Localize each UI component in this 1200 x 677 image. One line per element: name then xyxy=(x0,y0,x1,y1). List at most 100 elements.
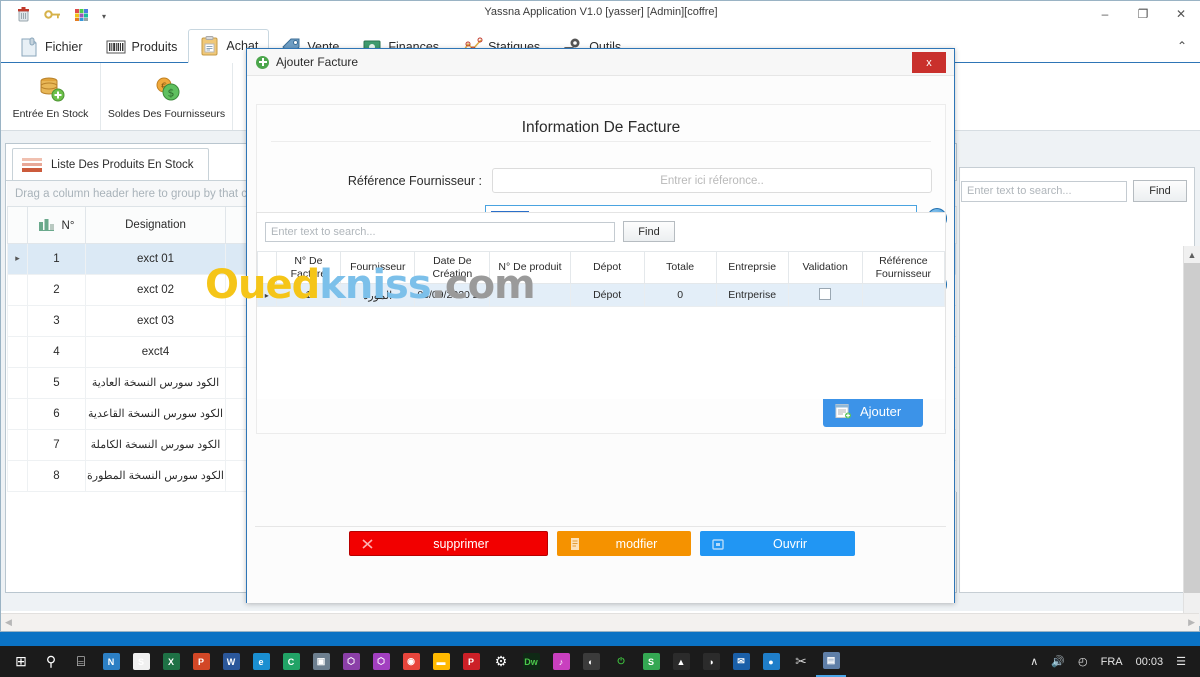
outlook-icon[interactable]: ✉ xyxy=(726,647,756,677)
supprimer-button[interactable]: supprimer xyxy=(348,531,548,556)
empty-cell xyxy=(643,306,717,330)
fg-col-totale[interactable]: Totale xyxy=(643,251,717,284)
wifi-icon[interactable]: ◴ xyxy=(1078,655,1088,668)
stock-col-num-label: N° xyxy=(61,219,75,232)
scroll-left-arrow[interactable]: ◀ xyxy=(5,617,12,628)
empty-cell xyxy=(569,352,645,376)
row-fournisseur: المورد xyxy=(340,283,416,307)
row-num: 2 xyxy=(27,273,86,306)
empty-cell xyxy=(861,375,946,399)
fg-col-fournisseur[interactable]: Fournisseur xyxy=(340,251,416,284)
desktop-strip xyxy=(0,632,1200,646)
powerpoint-icon[interactable]: P xyxy=(186,647,216,677)
row-indicator xyxy=(7,273,28,306)
fg-col-num-facture[interactable]: N° De Facture xyxy=(275,251,342,284)
coins-icon: € $ xyxy=(152,74,182,104)
scroll-up-arrow[interactable]: ▲ xyxy=(1184,246,1200,263)
tray-chevron-icon[interactable]: ∧ xyxy=(1030,655,1038,668)
facture-find-button[interactable]: Find xyxy=(623,221,675,242)
language-indicator[interactable]: FRA xyxy=(1101,656,1123,668)
table-row[interactable]: ▸ 1 المورد 03/09/2020 2... 8 Dépot 0 Entrperise xyxy=(257,283,946,307)
tools-icon-glyph: ✂ xyxy=(795,653,807,669)
windows-taskbar: ⊞ ⚲ ⌸ N S X P We C ▣ ⬡ ⬡ ◉ ▬ P ⚙ Dw ♪ ◐ ⏻ S ▲ ◑ ✉ ● ✂ ▤ ∧ 🔊 ◴ FRA … xyxy=(0,632,1200,677)
volume-icon[interactable]: 🔊 xyxy=(1051,655,1065,668)
start-icon[interactable]: ⊞ xyxy=(6,647,36,677)
empty-cell xyxy=(715,306,789,330)
fg-col-entreprise[interactable]: Entreprsie xyxy=(715,251,789,284)
row-indicator xyxy=(7,428,28,461)
photoshop-icon-glyph: ▲ xyxy=(672,653,690,670)
ribbon-tab-produits[interactable]: Produits xyxy=(94,29,189,63)
close-button[interactable]: ✕ xyxy=(1167,4,1195,24)
tab-liste-des-produits-en-stock[interactable]: Liste Des Produits En Stock xyxy=(12,148,209,180)
app-icon-1[interactable]: ◐ xyxy=(576,647,606,677)
right-search-input[interactable]: Enter text to search... xyxy=(961,180,1127,202)
row-indicator: ▸ xyxy=(257,283,277,307)
vscode-icon[interactable]: ⬡ xyxy=(366,647,396,677)
photoshop-icon[interactable]: ▲ xyxy=(666,647,696,677)
scroll-right-arrow[interactable]: ▶ xyxy=(1188,617,1195,628)
restore-button[interactable]: ❐ xyxy=(1129,4,1157,24)
search-icon[interactable]: ⚲ xyxy=(36,647,66,677)
edge-icon[interactable]: e xyxy=(246,647,276,677)
itunes-icon[interactable]: ♪ xyxy=(546,647,576,677)
onenote-icon[interactable]: N xyxy=(96,647,126,677)
photos-icon[interactable]: ▣ xyxy=(306,647,336,677)
collapse-ribbon-button[interactable]: ⌃ xyxy=(1177,39,1187,53)
ouvrir-button[interactable]: Ouvrir xyxy=(699,531,855,556)
ajouter-facture-dialog: Ajouter Facture x Information De Facture… xyxy=(246,48,955,603)
dialog-close-button[interactable]: x xyxy=(912,52,946,73)
file-explorer-icon[interactable]: ▬ xyxy=(426,647,456,677)
settings-icon[interactable]: ⚙ xyxy=(486,647,516,677)
ribbon-button-soldes-des-fournisseurs[interactable]: € $ Soldes Des Fournisseurs xyxy=(101,63,233,130)
dialog-body: Information De Facture Référence Fournis… xyxy=(247,76,954,603)
stock-col-num[interactable]: N° xyxy=(27,207,86,244)
horizontal-scrollbar[interactable]: ◀ ▶ xyxy=(1,613,1199,631)
yassna-app-icon[interactable]: ▤ xyxy=(816,647,846,677)
vertical-scrollbar[interactable]: ▲ ▼ xyxy=(1183,246,1200,626)
pdf-icon[interactable]: P xyxy=(456,647,486,677)
chrome-icon[interactable]: ◉ xyxy=(396,647,426,677)
facture-grid-header: N° De Facture Fournisseur Date De Créati… xyxy=(257,251,946,284)
outlook-icon-glyph: ✉ xyxy=(732,653,750,670)
fg-col-date-creation[interactable]: Date De Création xyxy=(414,251,491,284)
fg-col-num-produit[interactable]: N° De produit xyxy=(489,251,571,284)
invoice-add-icon xyxy=(835,403,852,419)
task-view-icon[interactable]: ⌸ xyxy=(66,647,96,677)
fg-col-validation[interactable]: Validation xyxy=(787,251,863,284)
empty-cell xyxy=(414,306,491,330)
settings-icon-glyph: ⚙ xyxy=(494,653,508,669)
clock[interactable]: 00:03 xyxy=(1136,656,1164,668)
dreamweaver-icon[interactable]: Dw xyxy=(516,647,546,677)
right-find-button[interactable]: Find xyxy=(1133,180,1187,202)
excel-icon[interactable]: X xyxy=(156,647,186,677)
stock-col-designation[interactable]: Designation xyxy=(85,207,226,244)
empty-cell xyxy=(489,306,571,330)
reference-input[interactable]: Entrer ici réferonce.. xyxy=(492,168,932,193)
calculator-icon[interactable]: C xyxy=(276,647,306,677)
minimize-button[interactable]: – xyxy=(1091,4,1119,24)
facture-search-input[interactable]: Enter text to search... xyxy=(265,221,615,242)
ajouter-button[interactable]: Ajouter xyxy=(823,395,923,427)
teams-icon[interactable]: ● xyxy=(756,647,786,677)
validation-checkbox[interactable] xyxy=(819,287,832,300)
row-num: 3 xyxy=(27,304,86,337)
fg-col-depot[interactable]: Dépot xyxy=(569,251,645,284)
vscode-insiders-icon-glyph: ⬡ xyxy=(342,653,360,670)
power-icon[interactable]: ⏻ xyxy=(606,647,636,677)
row-indicator xyxy=(7,397,28,430)
photos-icon-glyph: ▣ xyxy=(312,653,330,670)
word-icon[interactable]: W xyxy=(216,647,246,677)
ribbon-tab-fichier[interactable]: Fichier xyxy=(7,29,94,63)
notifications-icon[interactable]: ☰ xyxy=(1176,655,1186,668)
fg-col-reference[interactable]: Référence Fournisseur xyxy=(861,251,946,284)
paint-icon[interactable]: ◑ xyxy=(696,647,726,677)
sheets-icon[interactable]: S xyxy=(636,647,666,677)
tools-icon[interactable]: ✂ xyxy=(786,647,816,677)
vscode-insiders-icon[interactable]: ⬡ xyxy=(336,647,366,677)
snagit-icon[interactable]: S xyxy=(126,647,156,677)
ribbon-button-entree-en-stock[interactable]: Entrée En Stock xyxy=(1,63,101,130)
modfier-button[interactable]: modfier xyxy=(556,531,691,556)
empty-cell xyxy=(489,329,571,353)
scroll-thumb[interactable] xyxy=(1184,263,1200,593)
